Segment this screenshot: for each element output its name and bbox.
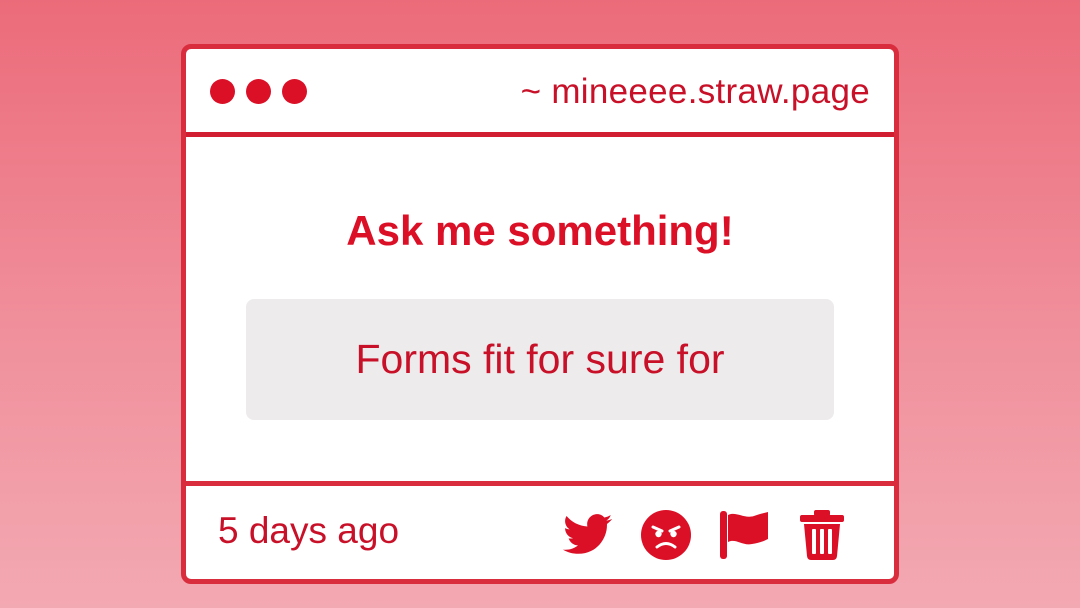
react-angry-button[interactable] <box>640 508 692 562</box>
window-dot-icon <box>246 79 271 104</box>
page-title: Ask me something! <box>346 207 734 254</box>
share-twitter-button[interactable] <box>562 508 614 562</box>
answer-box: Forms fit for sure for <box>246 299 834 420</box>
window-dot-icon <box>210 79 235 104</box>
question-card: ~ mineeee.straw.page Ask me something! F… <box>181 44 899 584</box>
window-dot-icon <box>282 79 307 104</box>
delete-button[interactable] <box>796 508 848 562</box>
trash-icon <box>800 510 844 560</box>
timestamp: 5 days ago <box>218 510 400 551</box>
window-controls <box>210 79 307 104</box>
twitter-icon <box>563 514 613 554</box>
angry-face-icon <box>641 510 691 560</box>
flag-icon <box>720 511 768 559</box>
card-footer: 5 days ago <box>186 481 894 579</box>
report-flag-button[interactable] <box>718 508 770 562</box>
card-content: Ask me something! Forms fit for sure for <box>186 137 894 483</box>
page-url: ~ mineeee.straw.page <box>520 72 870 111</box>
answer-text: Forms fit for sure for <box>355 336 725 382</box>
window-titlebar: ~ mineeee.straw.page <box>186 49 894 137</box>
action-bar <box>562 508 848 562</box>
